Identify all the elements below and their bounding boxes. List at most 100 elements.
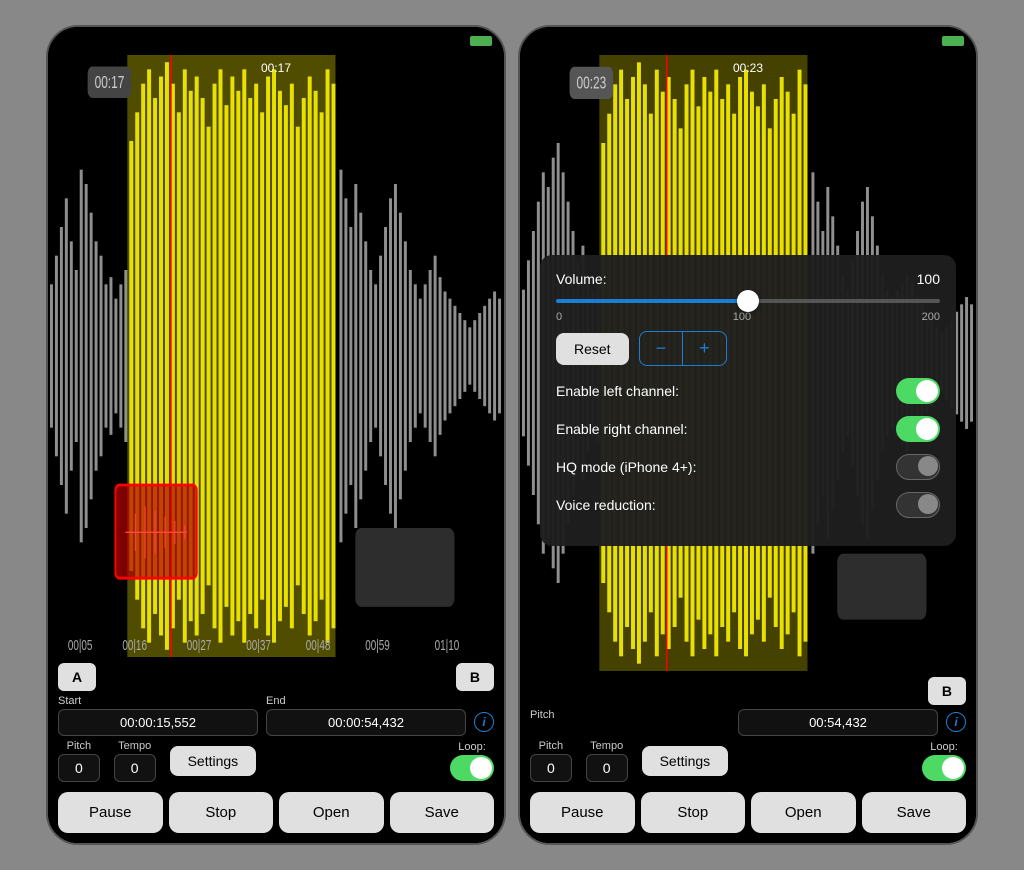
left-b-button[interactable]: B xyxy=(456,663,494,691)
right-channel-row: Enable right channel: xyxy=(556,416,940,442)
minus-button[interactable]: − xyxy=(640,332,683,365)
right-b-button[interactable]: B xyxy=(928,677,966,705)
svg-text:00|27: 00|27 xyxy=(187,637,212,653)
left-stop-button[interactable]: Stop xyxy=(169,792,274,833)
right-channel-toggle[interactable] xyxy=(896,416,940,442)
slider-scale: 0 100 200 xyxy=(556,311,940,323)
left-pause-button[interactable]: Pause xyxy=(58,792,163,833)
plus-button[interactable]: + xyxy=(683,332,726,365)
left-controls: A B Start 00:00:15,552 End 00:00:54,432 … xyxy=(48,657,504,843)
left-end-group: End 00:00:54,432 xyxy=(266,695,466,736)
reset-plusminus-row: Reset − + xyxy=(556,331,940,366)
slider-min: 0 xyxy=(556,311,562,323)
right-time-marker: 00:23 xyxy=(733,61,763,75)
right-pitch-label-small: Pitch xyxy=(530,709,730,721)
plusminus-group: − + xyxy=(639,331,727,366)
right-waveform-area: 00:23 xyxy=(520,55,976,671)
left-time-marker: 00:17 xyxy=(261,61,291,75)
left-start-group: Start 00:00:15,552 xyxy=(58,695,258,736)
right-end-group: 00:54,432 xyxy=(738,709,938,736)
left-waveform-svg: 00|05 00|16 00|27 00|37 00|48 00|59 01|1… xyxy=(48,55,504,657)
right-tempo-value[interactable]: 0 xyxy=(586,754,628,782)
right-pitch-tempo-row: Pitch 0 Tempo 0 Settings Loop: xyxy=(530,740,966,782)
volume-slider-fill xyxy=(556,299,748,303)
svg-text:01|10: 01|10 xyxy=(435,637,460,653)
slider-max: 200 xyxy=(922,311,940,323)
left-a-button[interactable]: A xyxy=(58,663,96,691)
left-start-label: Start xyxy=(58,695,258,707)
right-stop-button[interactable]: Stop xyxy=(641,792,746,833)
right-open-button[interactable]: Open xyxy=(751,792,856,833)
volume-label: Volume: xyxy=(556,271,607,287)
left-pitch-value[interactable]: 0 xyxy=(58,754,100,782)
right-save-button[interactable]: Save xyxy=(862,792,967,833)
right-tempo-group: Tempo 0 xyxy=(586,740,628,782)
right-battery xyxy=(942,36,964,46)
right-pause-button[interactable]: Pause xyxy=(530,792,635,833)
left-settings-button[interactable]: Settings xyxy=(170,746,257,776)
reset-button[interactable]: Reset xyxy=(556,333,629,365)
right-loop-group: Loop: xyxy=(922,741,966,781)
hq-mode-label: HQ mode (iPhone 4+): xyxy=(556,459,696,475)
left-loop-group: Loop: xyxy=(450,741,494,781)
voice-reduction-row: Voice reduction: xyxy=(556,492,940,518)
left-time-fields: Start 00:00:15,552 End 00:00:54,432 i xyxy=(58,695,494,736)
voice-reduction-toggle[interactable] xyxy=(896,492,940,518)
left-loop-toggle[interactable] xyxy=(450,755,494,781)
left-pitch-label: Pitch xyxy=(67,740,91,752)
svg-text:00|16: 00|16 xyxy=(122,637,147,653)
left-pitch-tempo-row: Pitch 0 Tempo 0 Settings Loop: xyxy=(58,740,494,782)
left-loop-label: Loop: xyxy=(458,741,486,753)
right-pitch-label: Pitch xyxy=(539,740,563,752)
left-tempo-value[interactable]: 0 xyxy=(114,754,156,782)
hq-mode-toggle[interactable] xyxy=(896,454,940,480)
left-waveform-area: 00:17 xyxy=(48,55,504,657)
left-end-value: 00:00:54,432 xyxy=(266,709,466,736)
right-ab-row: B xyxy=(530,677,966,705)
right-loop-toggle[interactable] xyxy=(922,755,966,781)
svg-text:00|48: 00|48 xyxy=(306,637,331,653)
right-tempo-label: Tempo xyxy=(590,740,623,752)
slider-mid: 100 xyxy=(733,311,751,323)
left-ab-row: A B xyxy=(58,663,494,691)
left-tempo-group: Tempo 0 xyxy=(114,740,156,782)
volume-row: Volume: 100 xyxy=(556,271,940,287)
voice-reduction-label: Voice reduction: xyxy=(556,497,656,513)
left-channel-row: Enable left channel: xyxy=(556,378,940,404)
left-open-button[interactable]: Open xyxy=(279,792,384,833)
volume-value: 100 xyxy=(917,271,940,287)
right-info-icon[interactable]: i xyxy=(946,712,966,732)
svg-text:00|37: 00|37 xyxy=(246,637,271,653)
right-end-value: 00:54,432 xyxy=(738,709,938,736)
left-info-icon[interactable]: i xyxy=(474,712,494,732)
right-loop-label: Loop: xyxy=(930,741,958,753)
svg-text:00:23: 00:23 xyxy=(576,74,606,94)
right-pitch-value[interactable]: 0 xyxy=(530,754,572,782)
left-pitch-group: Pitch 0 xyxy=(58,740,100,782)
left-channel-toggle[interactable] xyxy=(896,378,940,404)
left-end-label: End xyxy=(266,695,466,707)
left-start-value: 00:00:15,552 xyxy=(58,709,258,736)
svg-text:00:17: 00:17 xyxy=(95,74,125,93)
left-tempo-label: Tempo xyxy=(118,740,151,752)
left-save-button[interactable]: Save xyxy=(390,792,495,833)
left-battery xyxy=(470,36,492,46)
right-phone: 00:23 xyxy=(518,25,978,845)
volume-slider-container: 0 100 200 xyxy=(556,299,940,323)
volume-slider-thumb[interactable] xyxy=(737,290,759,312)
svg-text:00|59: 00|59 xyxy=(365,637,390,653)
right-time-fields: Pitch 00:54,432 i xyxy=(530,709,966,736)
hq-mode-row: HQ mode (iPhone 4+): xyxy=(556,454,940,480)
right-settings-button[interactable]: Settings xyxy=(642,746,729,776)
left-channel-label: Enable left channel: xyxy=(556,383,679,399)
volume-slider-track[interactable] xyxy=(556,299,940,303)
left-status-bar xyxy=(48,27,504,55)
right-channel-label: Enable right channel: xyxy=(556,421,688,437)
right-pitch-group: Pitch 0 xyxy=(530,740,572,782)
right-status-bar xyxy=(520,27,976,55)
left-phone: 00:17 xyxy=(46,25,506,845)
left-action-buttons: Pause Stop Open Save xyxy=(58,792,494,833)
right-controls: B Pitch 00:54,432 i Pitch 0 Tempo 0 xyxy=(520,671,976,843)
settings-overlay: Volume: 100 0 100 200 Reset xyxy=(540,255,956,546)
right-action-buttons: Pause Stop Open Save xyxy=(530,792,966,833)
